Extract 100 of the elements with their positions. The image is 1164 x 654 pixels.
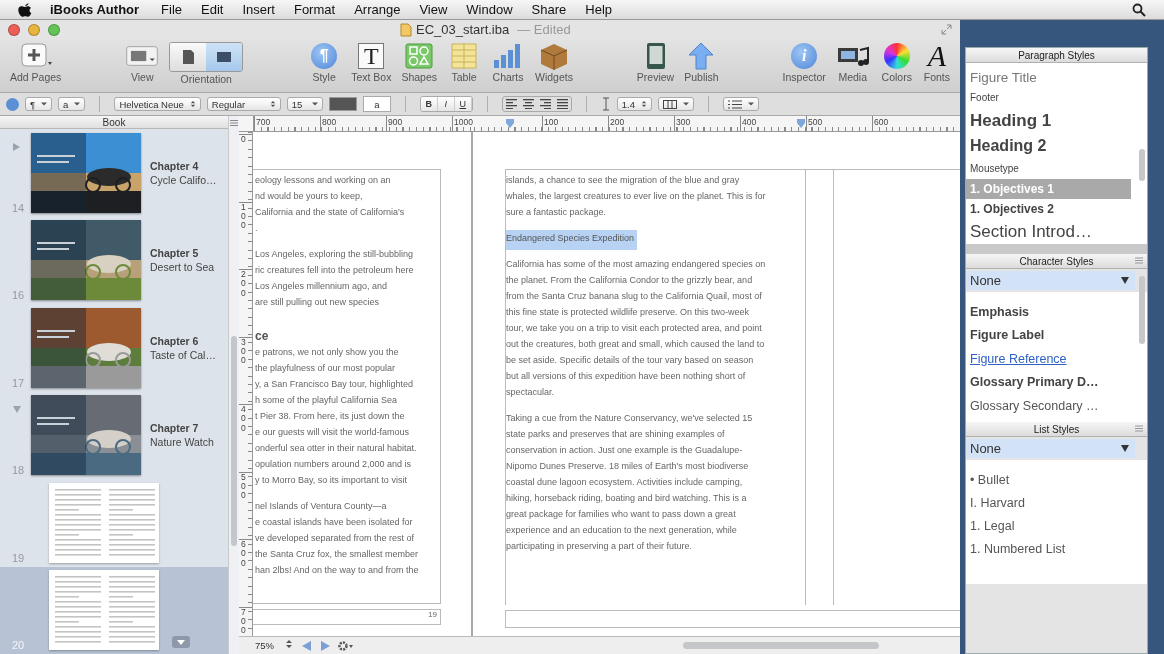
style-item[interactable]: 1. Numbered List <box>966 537 1131 560</box>
toolbar-button[interactable]: Add Pages <box>8 42 64 83</box>
paragraph: nel Islands of Ventura County—a e coastal islands have been isolated for ve developed separated from the rest of the Santa Cruz fox, the smallest member han 2lbs! And on the way to and from the <box>254 500 420 577</box>
menu-item[interactable]: File <box>161 2 183 17</box>
toolbar-button[interactable]: Shapes <box>399 42 440 83</box>
menu-item[interactable]: View <box>419 2 448 17</box>
page-thumbnail[interactable] <box>49 482 159 563</box>
style-item[interactable]: Figure Title <box>966 67 1131 88</box>
text-box[interactable] <box>505 170 806 605</box>
style-popup[interactable]: None <box>967 271 1135 292</box>
edited-status: — Edited <box>517 22 571 37</box>
landscape-button[interactable] <box>206 43 243 71</box>
style-item[interactable]: Figure Label <box>966 323 1131 347</box>
menu-item[interactable]: Insert <box>242 2 275 17</box>
scrollbar-thumb[interactable] <box>231 336 237 546</box>
popup-button[interactable]: 1.4 <box>616 97 653 111</box>
disclosure-triangle-icon[interactable] <box>13 143 21 151</box>
toolbar-button[interactable]: T Text Box <box>349 42 394 83</box>
gear-icon[interactable] <box>338 640 354 651</box>
popup-button[interactable]: ¶ <box>25 97 53 111</box>
disclosure-triangle-icon[interactable] <box>13 405 21 414</box>
style-item[interactable]: Heading 1 <box>966 107 1131 134</box>
paragraph: Los Angeles, exploring the still-bubbling ric creatures fell into the petroleum here Los Angeles millennium ago, and are still pulling out new species <box>254 248 415 309</box>
row-background[interactable]: 16 Chapter 5 Desert to Sea <box>0 216 228 304</box>
next-icon[interactable] <box>320 640 330 651</box>
style-item[interactable]: Glossary Secondary … <box>966 394 1131 417</box>
menu-item[interactable]: Edit <box>201 2 224 17</box>
style-item[interactable]: I. Harvard <box>966 491 1131 514</box>
ruler: 700 800 900 1000 <box>254 116 474 131</box>
menu-icon[interactable] <box>230 120 238 126</box>
scrollbar-thumb[interactable] <box>1139 149 1145 181</box>
style-item[interactable]: Heading 2 <box>966 133 1131 159</box>
style-item[interactable]: 1. Legal <box>966 514 1131 537</box>
style-item[interactable]: Section Introd… <box>966 219 1131 244</box>
menu-item[interactable]: Window <box>466 2 513 17</box>
toolbar-button[interactable]: Media <box>833 42 872 83</box>
style-item[interactable]: Mousetype <box>966 158 1131 179</box>
toolbar-button[interactable]: Charts <box>489 42 528 83</box>
color-wheel-icon <box>883 43 910 69</box>
page-thumbnail[interactable] <box>49 570 159 651</box>
portrait-button[interactable] <box>170 43 207 71</box>
style-item[interactable]: • Bullet <box>966 468 1131 491</box>
toolbar-button[interactable]: Publish <box>682 42 721 83</box>
columns-popup[interactable] <box>658 97 695 111</box>
app-name[interactable]: iBooks Author <box>50 2 140 17</box>
selected-heading: Endangered Species Expedition <box>506 230 638 250</box>
menu-item[interactable]: Share <box>531 2 567 17</box>
scrollbar-thumb[interactable] <box>683 642 879 649</box>
toolbar-label: Orientation <box>180 73 232 85</box>
zoom-popup[interactable]: 75% <box>253 640 294 651</box>
text-box[interactable] <box>253 169 441 604</box>
line-spacing-icon[interactable] <box>600 97 611 111</box>
toolbar-button[interactable]: View <box>123 42 162 83</box>
page-number: 17 <box>12 376 25 389</box>
scroll-down-icon[interactable] <box>172 636 190 648</box>
toolbar-button[interactable]: Widgets <box>533 42 575 83</box>
popup-button[interactable]: Helvetica Neue <box>114 97 201 111</box>
chapter-number: Chapter 4 <box>150 159 200 172</box>
color-well[interactable] <box>328 97 357 111</box>
list-popup[interactable] <box>723 97 760 111</box>
grip-icon[interactable] <box>1135 257 1143 264</box>
bold-button[interactable]: B <box>420 97 438 111</box>
search-icon[interactable] <box>1132 2 1146 17</box>
menu-item[interactable]: Format <box>293 2 336 17</box>
bullet-list-icon <box>728 99 743 109</box>
row-background[interactable]: 14 Chapter 4 Cycle Califo… <box>0 129 228 217</box>
toolbar-button[interactable]: Colors <box>877 42 916 83</box>
grip-icon[interactable] <box>1135 425 1143 432</box>
style-item[interactable]: Emphasis <box>966 300 1131 324</box>
previous-icon[interactable] <box>302 640 312 651</box>
scrollbar-thumb[interactable] <box>1139 276 1145 344</box>
size-combo[interactable]: 15 <box>286 97 323 111</box>
popup-button[interactable]: a <box>58 97 86 111</box>
zoom-button[interactable] <box>48 24 60 36</box>
indent-marker-icon[interactable] <box>797 119 805 128</box>
row-background[interactable]: 17 Chapter 6 Taste of Cal… <box>0 304 228 392</box>
character-field[interactable]: a <box>362 96 391 112</box>
toolbar-button[interactable]: Table <box>445 42 484 83</box>
style-item[interactable]: Footer <box>966 87 1131 108</box>
toolbar-button[interactable]: Preview <box>634 42 677 83</box>
caret-icon <box>1121 277 1129 284</box>
paragraph: islands, a chance to see the migration of the blue and gray whales, the largest creatures to ever live on the planet. This is for sure a fantastic package. <box>506 174 767 219</box>
toolbar-button[interactable]: ¶ Style <box>305 42 344 83</box>
fullscreen-icon[interactable] <box>941 24 952 35</box>
row-background[interactable]: 18 Chapter 7 Nature Watch <box>0 391 228 479</box>
toolbar-button[interactable]: A Fonts <box>921 42 952 83</box>
menu-item[interactable]: Arrange <box>354 2 401 17</box>
popup-button[interactable]: Regular <box>206 97 281 111</box>
style-popup[interactable]: None <box>967 439 1135 460</box>
style-icon[interactable] <box>6 97 19 111</box>
toolbar-button[interactable]: i Inspector <box>780 42 828 83</box>
style-item[interactable]: Figure Reference <box>966 347 1131 371</box>
style-item[interactable]: 1. Objectives 2 <box>966 199 1131 220</box>
close-button[interactable] <box>8 24 20 36</box>
chapter-title: Nature Watch <box>150 436 214 449</box>
minimize-button[interactable] <box>28 24 40 36</box>
indent-marker-icon[interactable] <box>506 119 514 128</box>
menu-item[interactable]: Help <box>585 2 613 17</box>
apple-icon[interactable] <box>18 1 32 18</box>
style-item[interactable]: Glossary Primary D… <box>966 370 1131 394</box>
